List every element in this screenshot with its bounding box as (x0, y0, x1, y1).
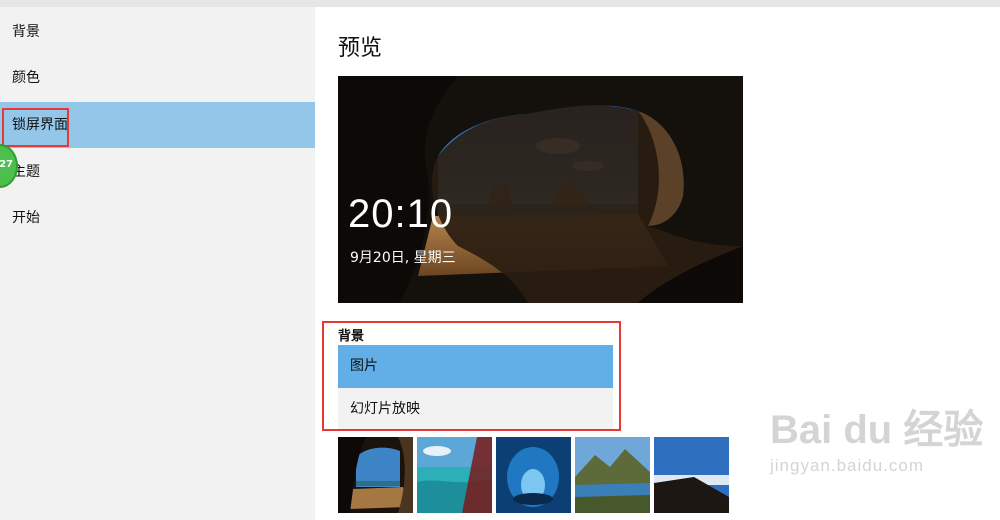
mountain-lake-thumbnail-icon (575, 437, 650, 513)
baidu-jingyan-watermark: Bai du 经验 jingyan.baidu.com (770, 410, 983, 476)
turquoise-coast-thumbnail-icon (417, 437, 492, 513)
thumbnail-mountain-lake[interactable] (575, 437, 650, 513)
cave-beach-image (338, 76, 743, 303)
sidebar-item-background[interactable]: 背景 (0, 9, 315, 55)
dropdown-highlight-box (322, 321, 621, 431)
thumbnail-cloud-summit[interactable] (654, 437, 729, 513)
thumbnail-turquoise-coast[interactable] (417, 437, 492, 513)
cave-beach-thumbnail-icon (338, 437, 413, 513)
thumbnail-blue-ice-cave[interactable] (496, 437, 571, 513)
sidebar-item-start[interactable]: 开始 (0, 195, 315, 241)
preview-clock: 20:10 (348, 192, 454, 236)
sidebar-item-themes[interactable]: 主题 (0, 149, 315, 195)
window-top-bar (0, 0, 1000, 7)
lock-screen-highlight-box (2, 108, 69, 147)
watermark-url: jingyan.baidu.com (770, 456, 925, 475)
preview-date: 9月20日, 星期三 (350, 250, 456, 266)
watermark-logo: Bai du 经验 (770, 408, 984, 452)
blue-ice-cave-thumbnail-icon (496, 437, 571, 513)
sidebar-item-label: 颜色 (12, 70, 40, 86)
sidebar-item-label: 背景 (12, 24, 40, 40)
cloud-summit-thumbnail-icon (654, 437, 729, 513)
sidebar-item-colors[interactable]: 颜色 (0, 55, 315, 101)
lock-screen-preview: 20:10 9月20日, 星期三 (338, 76, 743, 303)
sidebar-item-label: 开始 (12, 210, 40, 226)
thumbnail-cave-beach[interactable] (338, 437, 413, 513)
page-title: 预览 (338, 36, 383, 61)
